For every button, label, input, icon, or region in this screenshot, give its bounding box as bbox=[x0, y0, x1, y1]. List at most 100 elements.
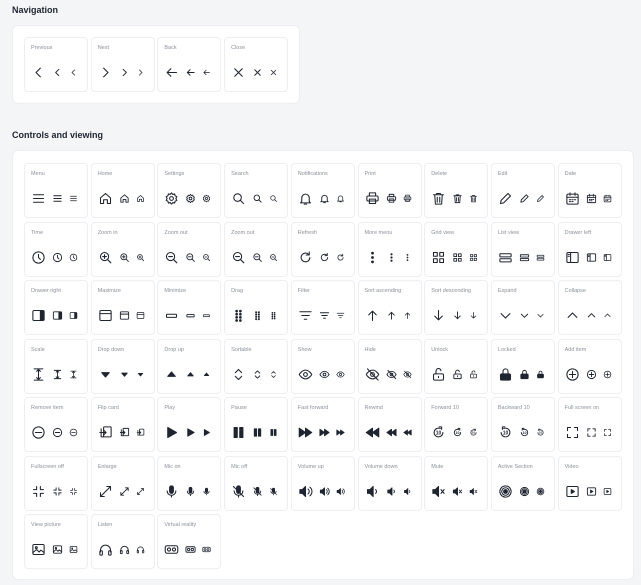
icon-card-play[interactable]: Play bbox=[157, 397, 222, 452]
close-icon bbox=[254, 69, 261, 76]
forward-10-icon: 10 bbox=[433, 426, 444, 438]
icon-card-minimize[interactable]: Minimize bbox=[157, 280, 222, 335]
minimize-icon bbox=[203, 314, 211, 317]
icon-size-variants bbox=[498, 191, 545, 206]
filter-icon bbox=[299, 311, 312, 320]
icon-card-home[interactable]: Home bbox=[90, 163, 155, 218]
icon-card-arrow-left[interactable]: Back bbox=[157, 37, 222, 92]
icon-card-drag-handle[interactable]: Drag bbox=[224, 280, 289, 335]
icon-card-more-vertical[interactable]: More menu bbox=[357, 221, 422, 277]
icon-card-menu[interactable]: Menu bbox=[24, 163, 88, 218]
mic-off-icon bbox=[253, 486, 262, 496]
icon-card-label: Date bbox=[564, 171, 577, 177]
caret-down-icon bbox=[120, 372, 128, 377]
icon-card-sort-ascending[interactable]: Sort ascending bbox=[357, 280, 422, 335]
icon-card-caret-up[interactable]: Drop up bbox=[157, 338, 222, 394]
icon-card-drawer-right[interactable]: Drawer right bbox=[24, 280, 88, 335]
icon-card-grid-view[interactable]: Grid view bbox=[424, 221, 489, 277]
icon-card-fullscreen-on[interactable]: Full screen on bbox=[557, 397, 622, 452]
icon-card-label: Menu bbox=[31, 171, 45, 177]
icon-size-variants bbox=[31, 425, 78, 440]
icon-card-volume-down[interactable]: Volume down bbox=[357, 455, 422, 511]
icon-card-list-view[interactable]: List view bbox=[490, 221, 555, 277]
icon-card-mic-off[interactable]: Mic off bbox=[224, 455, 289, 511]
arrow-left-icon bbox=[203, 69, 211, 76]
icon-card-backward-10[interactable]: Backward 10 10 10 10 bbox=[490, 397, 555, 452]
icon-size-variants bbox=[98, 191, 145, 206]
icon-card-headphones[interactable]: Listen bbox=[90, 514, 155, 569]
icon-card-maximize[interactable]: Maximize bbox=[90, 280, 155, 335]
icon-card-fullscreen-off[interactable]: Fullscreen off bbox=[24, 455, 88, 511]
icon-card-chevron-down[interactable]: Expand bbox=[490, 280, 555, 335]
icon-card-pause[interactable]: Pause bbox=[224, 397, 289, 452]
icon-card-image[interactable]: View picture bbox=[24, 514, 88, 569]
icon-card-volume-up[interactable]: Volume up bbox=[290, 455, 355, 511]
icon-card-chevron-right[interactable]: Next bbox=[90, 37, 155, 92]
icon-size-variants bbox=[164, 367, 211, 382]
icon-card-video[interactable]: Video bbox=[557, 455, 622, 511]
icon-size-variants bbox=[431, 191, 478, 206]
icon-card-close[interactable]: Close bbox=[224, 37, 289, 92]
enlarge-icon bbox=[99, 485, 111, 497]
icon-card-mute[interactable]: Mute bbox=[424, 455, 489, 511]
icon-card-zoom-out[interactable]: Zoom out bbox=[224, 221, 289, 277]
calendar-icon bbox=[586, 193, 596, 204]
menu-icon bbox=[53, 195, 62, 202]
play-icon bbox=[187, 428, 196, 437]
icon-card-drawer-left[interactable]: Drawer left bbox=[557, 221, 622, 277]
icon-card-label: Backward 10 bbox=[497, 405, 530, 411]
zoom-in-icon bbox=[99, 251, 112, 263]
mute-icon bbox=[432, 485, 445, 497]
icon-card-scale[interactable]: Scale bbox=[24, 338, 88, 394]
sort-ascending-icon bbox=[387, 311, 395, 320]
icon-card-add-circle[interactable]: Add item bbox=[557, 338, 622, 394]
icon-card-zoom-in[interactable]: Zoom in bbox=[90, 221, 155, 277]
icon-card-enlarge[interactable]: Enlarge bbox=[90, 455, 155, 511]
icon-card-caret-down[interactable]: Drop down bbox=[90, 338, 155, 394]
icon-card-pencil[interactable]: Edit bbox=[490, 163, 555, 218]
icon-size-variants bbox=[365, 425, 412, 440]
icon-card-label: Filter bbox=[297, 288, 311, 294]
icon-card-trash[interactable]: Delete bbox=[424, 163, 489, 218]
chevron-left-icon bbox=[55, 68, 60, 77]
icon-card-label: Drop up bbox=[164, 346, 184, 353]
icon-card-chevron-up[interactable]: Collapse bbox=[557, 280, 622, 335]
icon-card-rewind[interactable]: Rewind bbox=[357, 397, 422, 452]
active-section-icon bbox=[519, 486, 529, 496]
icon-card-active-section[interactable]: Active Section bbox=[490, 455, 555, 511]
icon-card-search[interactable]: Search bbox=[224, 163, 289, 218]
icon-card-unlock[interactable]: Unlock bbox=[424, 338, 489, 394]
icon-card-flip-card[interactable]: Flip card bbox=[90, 397, 155, 452]
zoom-out-icon bbox=[186, 252, 196, 262]
icon-card-mic[interactable]: Mic on bbox=[157, 455, 222, 511]
volume-up-icon bbox=[319, 486, 330, 496]
image-icon bbox=[69, 546, 78, 553]
icon-card-gear[interactable]: Settings bbox=[157, 163, 222, 218]
icon-card-lock[interactable]: Locked bbox=[490, 338, 555, 394]
icon-card-sort-descending[interactable]: Sort descending bbox=[424, 280, 489, 335]
icon-size-variants bbox=[231, 65, 278, 80]
icon-size-variants bbox=[31, 250, 78, 265]
icon-card-fast-forward[interactable]: Fast forward bbox=[290, 397, 355, 452]
icon-card-remove-circle[interactable]: Remove item bbox=[24, 397, 88, 452]
gear-icon bbox=[186, 193, 196, 204]
icon-size-variants bbox=[431, 308, 478, 323]
icon-card-forward-10[interactable]: Forward 10 10 10 10 bbox=[424, 397, 489, 452]
icon-card-chevron-left[interactable]: Previous bbox=[24, 37, 88, 92]
icon-card-eye-off[interactable]: Hide bbox=[357, 338, 422, 394]
video-icon bbox=[565, 485, 579, 497]
icon-card-printer[interactable]: Print bbox=[357, 163, 422, 218]
icon-card-vr-headset[interactable]: Virtual reality bbox=[157, 514, 222, 569]
icon-card-refresh[interactable]: Refresh bbox=[290, 221, 355, 277]
icon-card-sortable[interactable]: Sortable bbox=[224, 338, 289, 394]
icon-card-zoom-out[interactable]: Zoom out bbox=[157, 221, 222, 277]
enlarge-icon bbox=[120, 486, 129, 496]
grid-view-icon bbox=[453, 252, 462, 262]
icon-card-filter[interactable]: Filter bbox=[290, 280, 355, 335]
icon-card-calendar[interactable]: Date bbox=[557, 163, 622, 218]
headphones-icon bbox=[136, 546, 144, 554]
icon-card-eye[interactable]: Show bbox=[290, 338, 355, 394]
scale-icon bbox=[33, 367, 44, 381]
icon-card-clock[interactable]: Time bbox=[24, 221, 88, 277]
icon-card-bell[interactable]: Notifications bbox=[290, 163, 355, 218]
